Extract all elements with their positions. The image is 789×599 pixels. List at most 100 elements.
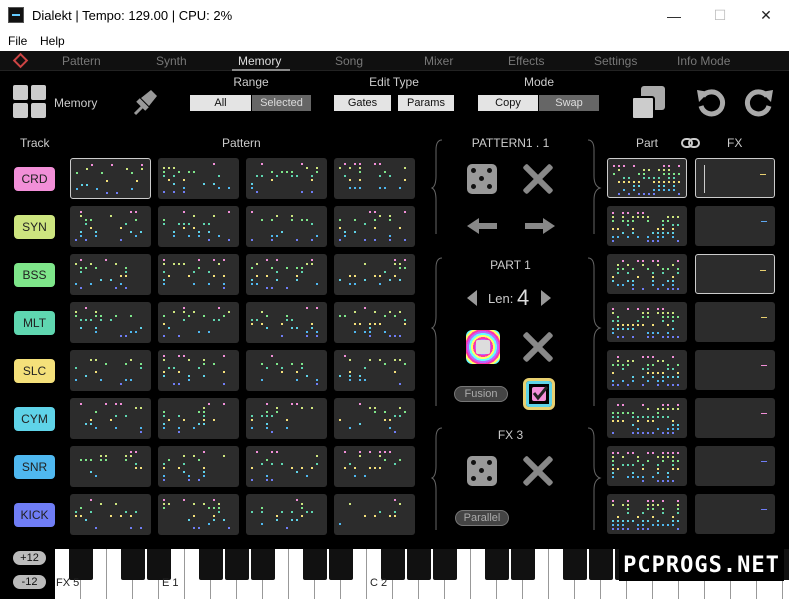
track-cym-button[interactable]: CYM bbox=[14, 407, 55, 431]
black-key[interactable] bbox=[225, 549, 249, 580]
pattern-cell[interactable] bbox=[334, 158, 415, 199]
black-key[interactable] bbox=[121, 549, 145, 580]
edit-gates-button[interactable]: Gates bbox=[334, 95, 391, 111]
pattern-cell[interactable] bbox=[158, 254, 239, 295]
track-crd-button[interactable]: CRD bbox=[14, 167, 55, 191]
pattern-cell[interactable] bbox=[158, 206, 239, 247]
len-increase-icon[interactable] bbox=[539, 288, 553, 308]
track-snr-button[interactable]: SNR bbox=[14, 455, 55, 479]
pattern-cell[interactable] bbox=[70, 398, 151, 439]
randomize-pattern-dice-icon[interactable] bbox=[467, 164, 497, 194]
fx-cell[interactable] bbox=[695, 398, 775, 438]
pattern-cell[interactable] bbox=[246, 206, 327, 247]
fx-cell[interactable] bbox=[695, 206, 775, 246]
black-key[interactable] bbox=[69, 549, 93, 580]
undo-icon[interactable] bbox=[694, 86, 726, 118]
black-key[interactable] bbox=[303, 549, 327, 580]
pattern-cell[interactable] bbox=[70, 206, 151, 247]
pattern-cell[interactable] bbox=[70, 350, 151, 391]
pattern-cell[interactable] bbox=[334, 206, 415, 247]
part-cell[interactable] bbox=[607, 398, 687, 438]
pattern-cell[interactable] bbox=[70, 494, 151, 535]
black-key[interactable] bbox=[251, 549, 275, 580]
fusion-button[interactable]: Fusion bbox=[454, 386, 508, 402]
pattern-cell[interactable] bbox=[158, 494, 239, 535]
part-cell[interactable] bbox=[607, 494, 687, 534]
memory-grid-icon[interactable] bbox=[13, 85, 47, 119]
pattern-cell[interactable] bbox=[158, 158, 239, 199]
part-cell[interactable] bbox=[607, 158, 687, 198]
track-bss-button[interactable]: BSS bbox=[14, 263, 55, 287]
menu-file[interactable]: File bbox=[8, 34, 27, 48]
fx-cell[interactable] bbox=[695, 494, 775, 534]
part-cell[interactable] bbox=[607, 446, 687, 486]
pattern-cell[interactable] bbox=[246, 158, 327, 199]
clear-pattern-icon[interactable] bbox=[521, 162, 555, 196]
black-key[interactable] bbox=[407, 549, 431, 580]
pattern-cell[interactable] bbox=[334, 446, 415, 487]
octave-down-button[interactable]: -12 bbox=[13, 575, 46, 589]
mode-swap-button[interactable]: Swap bbox=[539, 95, 599, 111]
fx-cell[interactable] bbox=[695, 254, 775, 294]
black-key[interactable] bbox=[433, 549, 457, 580]
link-icon[interactable] bbox=[681, 136, 701, 150]
mode-copy-button[interactable]: Copy bbox=[478, 95, 538, 111]
arrow-left-icon[interactable] bbox=[465, 216, 499, 236]
len-decrease-icon[interactable] bbox=[465, 288, 479, 308]
pattern-cell[interactable] bbox=[334, 494, 415, 535]
randomize-fx-dice-icon[interactable] bbox=[467, 456, 497, 486]
fx-cell[interactable] bbox=[695, 302, 775, 342]
maximize-button[interactable]: ☐ bbox=[697, 0, 743, 31]
edit-params-button[interactable]: Params bbox=[398, 95, 454, 111]
black-key[interactable] bbox=[589, 549, 613, 580]
minimize-button[interactable]: — bbox=[651, 0, 697, 31]
pattern-cell[interactable] bbox=[246, 254, 327, 295]
pattern-cell[interactable] bbox=[246, 398, 327, 439]
tab-mixer[interactable]: Mixer bbox=[424, 54, 453, 68]
black-key[interactable] bbox=[485, 549, 509, 580]
tab-pattern[interactable]: Pattern bbox=[62, 54, 101, 68]
black-key[interactable] bbox=[563, 549, 587, 580]
fx-cell[interactable] bbox=[695, 158, 775, 198]
octave-up-button[interactable]: +12 bbox=[13, 551, 46, 565]
pattern-cell[interactable] bbox=[334, 350, 415, 391]
pattern-cell[interactable] bbox=[70, 302, 151, 343]
tab-song[interactable]: Song bbox=[335, 54, 363, 68]
fusion-icon[interactable] bbox=[466, 330, 500, 364]
black-key[interactable] bbox=[199, 549, 223, 580]
clear-part-icon[interactable] bbox=[521, 330, 555, 364]
redo-icon[interactable] bbox=[744, 86, 776, 118]
fx-cell[interactable] bbox=[695, 446, 775, 486]
pin-icon[interactable] bbox=[125, 84, 161, 120]
pattern-cell[interactable] bbox=[334, 398, 415, 439]
black-key[interactable] bbox=[381, 549, 405, 580]
close-button[interactable]: ✕ bbox=[743, 0, 789, 31]
pattern-cell[interactable] bbox=[158, 398, 239, 439]
menu-help[interactable]: Help bbox=[40, 34, 65, 48]
pattern-cell[interactable] bbox=[246, 350, 327, 391]
arrow-right-icon[interactable] bbox=[523, 216, 557, 236]
part-cell[interactable] bbox=[607, 350, 687, 390]
parallel-button[interactable]: Parallel bbox=[455, 510, 509, 526]
fx-cell[interactable] bbox=[695, 350, 775, 390]
pattern-cell[interactable] bbox=[158, 350, 239, 391]
pattern-cell[interactable] bbox=[334, 302, 415, 343]
track-slc-button[interactable]: SLC bbox=[14, 359, 55, 383]
fusion-check-icon[interactable] bbox=[523, 378, 555, 410]
track-syn-button[interactable]: SYN bbox=[14, 215, 55, 239]
pattern-cell[interactable] bbox=[70, 158, 151, 199]
pattern-cell[interactable] bbox=[158, 302, 239, 343]
track-mlt-button[interactable]: MLT bbox=[14, 311, 55, 335]
pattern-cell[interactable] bbox=[70, 446, 151, 487]
black-key[interactable] bbox=[329, 549, 353, 580]
part-cell[interactable] bbox=[607, 302, 687, 342]
logo-diamond-icon[interactable] bbox=[12, 52, 29, 69]
tab-synth[interactable]: Synth bbox=[156, 54, 187, 68]
part-cell[interactable] bbox=[607, 206, 687, 246]
pattern-cell[interactable] bbox=[246, 446, 327, 487]
black-key[interactable] bbox=[511, 549, 535, 580]
track-kick-button[interactable]: KICK bbox=[14, 503, 55, 527]
pattern-cell[interactable] bbox=[158, 446, 239, 487]
pattern-cell[interactable] bbox=[70, 254, 151, 295]
duplicate-icon[interactable] bbox=[631, 86, 665, 120]
